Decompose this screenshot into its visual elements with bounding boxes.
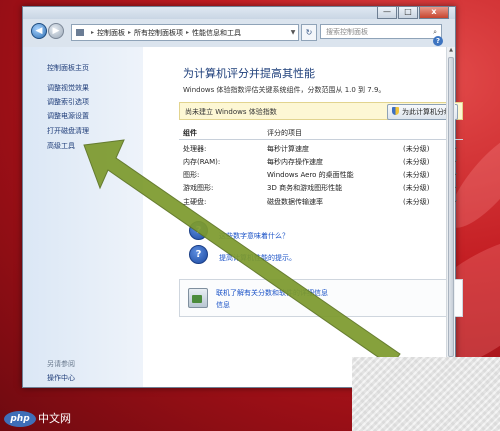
arrow-shape — [83, 139, 401, 367]
watermark-logo: php — [4, 411, 36, 427]
watermark-text: 中文网 — [38, 412, 71, 425]
watermark: php 中文网 — [4, 410, 82, 428]
blurred-region — [352, 357, 500, 431]
